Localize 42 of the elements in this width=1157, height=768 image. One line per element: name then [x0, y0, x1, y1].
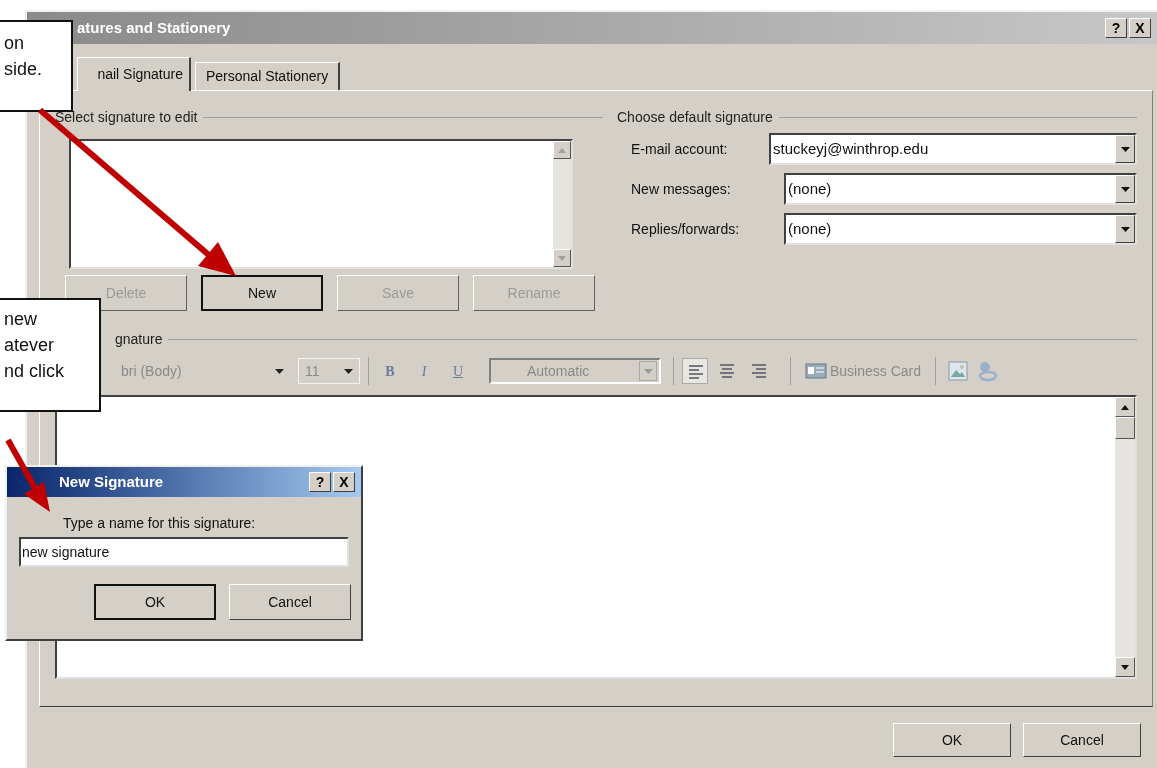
dropdown-arrow-icon — [1120, 226, 1130, 232]
dialog-button[interactable]: OK — [893, 723, 1011, 757]
scroll-thumb[interactable] — [1115, 417, 1135, 439]
callout-text: new — [4, 308, 39, 331]
callout-text: atever — [4, 334, 56, 357]
signature-list[interactable] — [69, 139, 573, 269]
dropdown-field[interactable]: stuckeyj@winthrop.edu — [769, 133, 1137, 165]
tab[interactable]: Personal Stationery — [195, 62, 341, 90]
dialog-title: New Signature — [59, 471, 165, 492]
action-button[interactable]: New — [201, 275, 323, 311]
dropdown-arrow-icon — [1120, 146, 1130, 152]
callout-text: nd click — [4, 360, 66, 383]
field-label: E-mail account: — [631, 139, 729, 159]
field-label: Replies/forwards: — [631, 219, 741, 239]
dropdown-arrow-icon — [643, 368, 653, 374]
dropdown-arrow-icon — [344, 368, 353, 374]
scroll-up-icon[interactable] — [1121, 404, 1129, 410]
scroll-down-icon[interactable] — [1121, 664, 1129, 670]
prompt-label: Type a name for this signature: — [63, 514, 257, 533]
dialog-button[interactable]: OK — [94, 584, 216, 620]
group-label: Choose default signature — [617, 107, 773, 127]
callout-text: side. — [4, 58, 44, 81]
field-label: New messages: — [631, 179, 732, 199]
group-label: Select signature to edit — [55, 107, 198, 127]
dialog-button[interactable]: Cancel — [229, 584, 351, 620]
dropdown-field[interactable]: (none) — [784, 173, 1137, 205]
align-left-icon[interactable] — [682, 358, 708, 384]
dropdown-field[interactable]: (none) — [784, 213, 1137, 245]
dropdown-arrow-icon — [275, 368, 284, 374]
window-title: atures and Stationery — [77, 17, 232, 38]
callout-text: on — [4, 32, 26, 55]
close-button[interactable]: X — [333, 472, 355, 492]
help-button[interactable]: ? — [1105, 18, 1127, 38]
dialog-button[interactable]: Cancel — [1023, 723, 1141, 757]
help-button[interactable]: ? — [309, 472, 331, 492]
group-label: gnature — [115, 329, 163, 349]
dropdown-arrow-icon — [1120, 186, 1130, 192]
tab[interactable]: nail Signature — [77, 57, 191, 91]
card-icon — [805, 363, 827, 379]
close-button[interactable]: X — [1129, 18, 1151, 38]
scroll-bar[interactable] — [1115, 397, 1135, 677]
name-input-field[interactable]: new signature — [19, 537, 349, 567]
